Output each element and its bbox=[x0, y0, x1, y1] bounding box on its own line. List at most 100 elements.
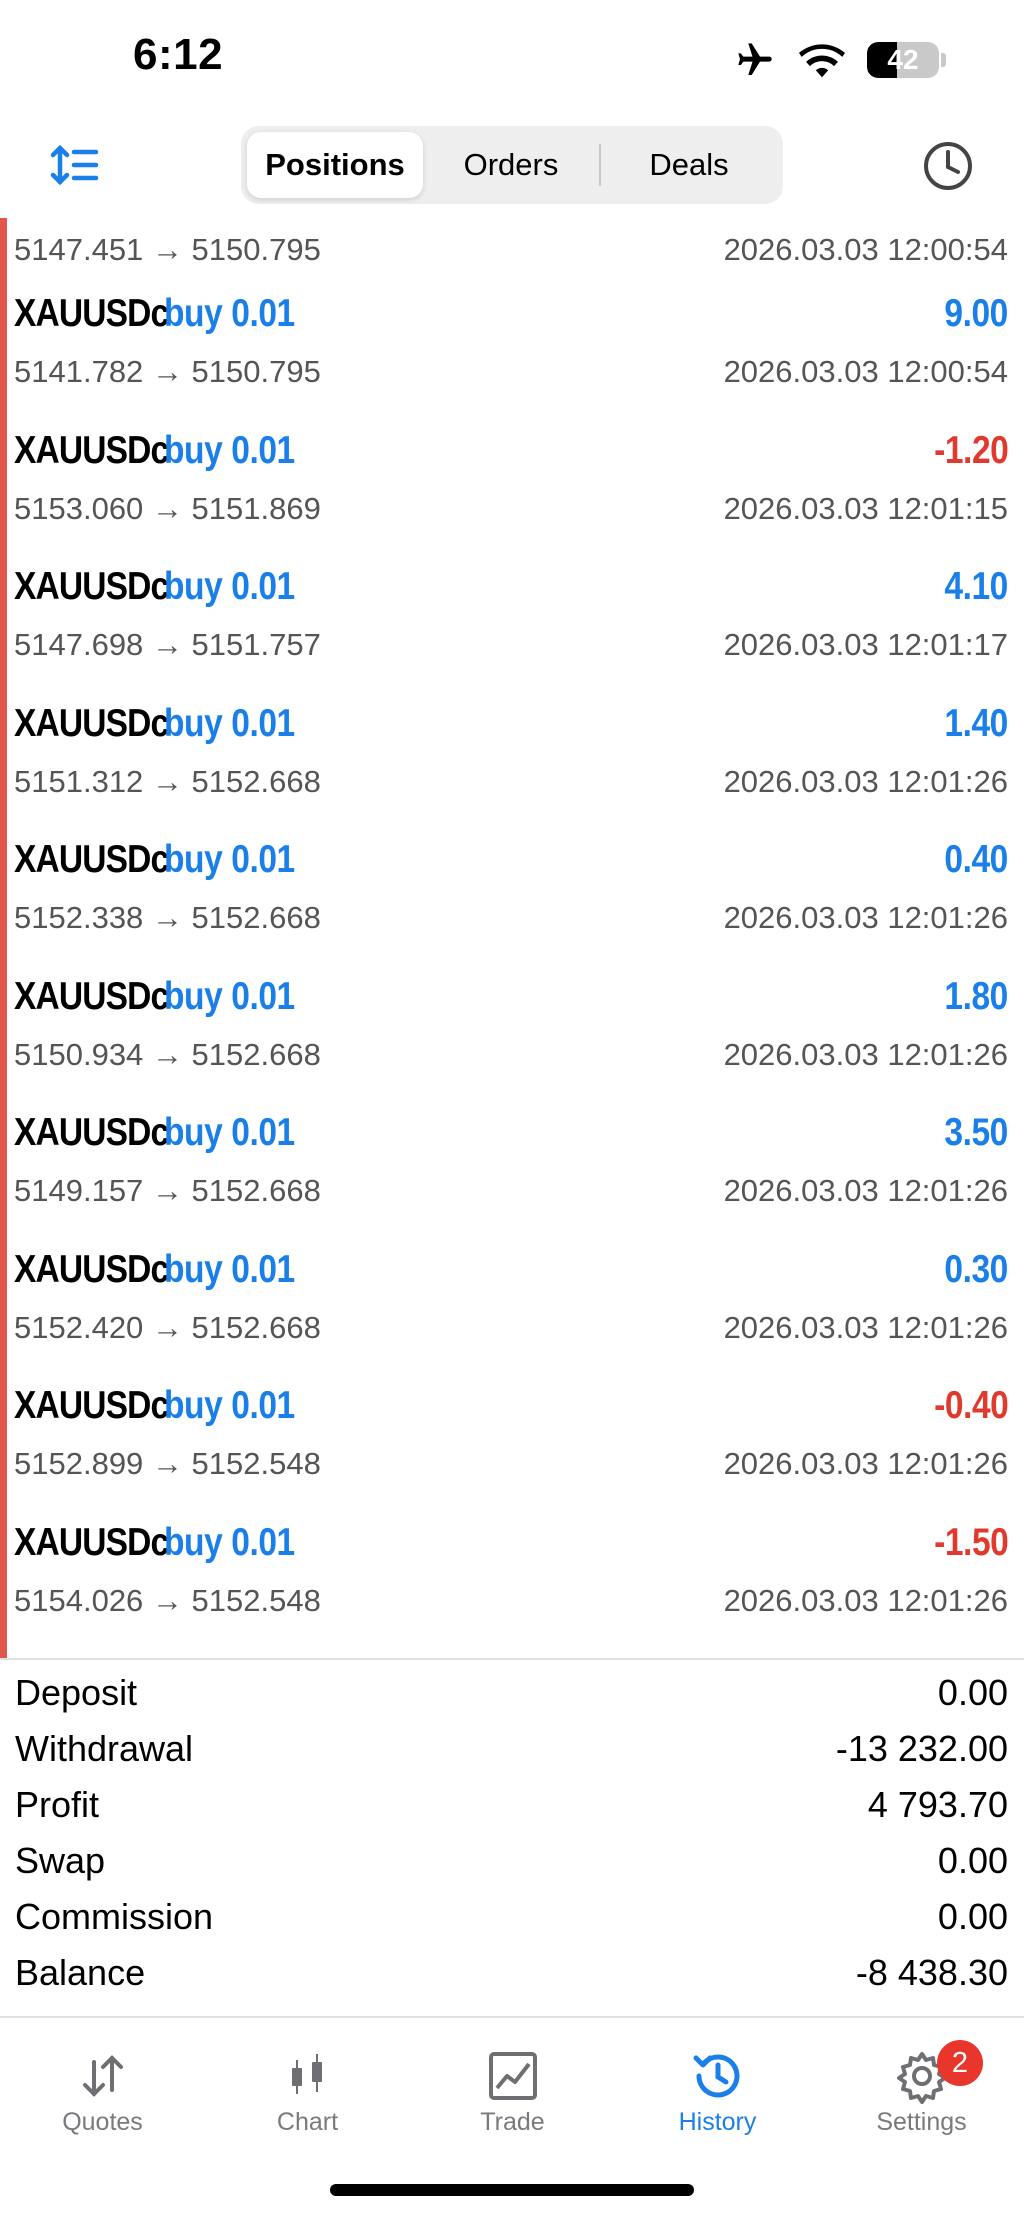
summary-row: Profit 4 793.70 bbox=[0, 1780, 1024, 1836]
row-profit: 3.50 bbox=[944, 1111, 1008, 1154]
row-symbol: XAUUSDc bbox=[14, 292, 169, 335]
row-symbol: XAUUSDc bbox=[14, 974, 169, 1018]
tab-orders[interactable]: Orders bbox=[423, 132, 599, 198]
airplane-icon bbox=[738, 43, 772, 75]
summary-panel: Deposit 0.00 Withdrawal -13 232.00 Profit 4 7… bbox=[0, 1658, 1024, 2018]
battery-indicator: 42 bbox=[867, 42, 946, 78]
row-type: buy 0.01 bbox=[164, 974, 295, 1018]
row-type: buy 0.01 bbox=[164, 1384, 295, 1427]
summary-label: Swap bbox=[15, 1840, 106, 1881]
list-item[interactable]: XAUUSDc buy 0.01 1.80 5150.934 → 5152.668 20… bbox=[0, 961, 1024, 1097]
wifi-icon bbox=[799, 44, 845, 78]
list-item[interactable]: XAUUSDc buy 0.01 -1.20 5153.060 → 5151.869 2… bbox=[0, 415, 1024, 551]
summary-label: Balance bbox=[15, 1952, 146, 1993]
row-symbol: XAUUSDc bbox=[14, 565, 169, 608]
summary-label: Commission bbox=[15, 1896, 214, 1937]
candlestick-chart-icon bbox=[291, 2054, 322, 2094]
summary-value: 0.00 bbox=[937, 1672, 1008, 1713]
summary-value: -13 232.00 bbox=[835, 1728, 1008, 1769]
list-item[interactable]: 5147.451 → 5150.795 2026.03.03 12:00:54 bbox=[0, 218, 1024, 278]
status-time: 6:12 bbox=[133, 30, 224, 79]
row-profit: -1.50 bbox=[933, 1520, 1009, 1564]
summary-value: 0.00 bbox=[937, 1896, 1008, 1937]
row-type: buy 0.01 bbox=[164, 701, 295, 745]
trade-chart-icon bbox=[488, 2052, 537, 2100]
row-prices: 5152.338 → 5152.668 bbox=[14, 900, 321, 935]
row-profit: 9.00 bbox=[944, 292, 1008, 335]
row-symbol: XAUUSDc bbox=[14, 1111, 169, 1154]
summary-row: Withdrawal -13 232.00 bbox=[0, 1724, 1024, 1780]
tab-trade[interactable]: Trade bbox=[410, 2030, 615, 2140]
status-bar: 6:12 42 bbox=[0, 0, 1024, 120]
row-prices: 5141.782 → 5150.795 bbox=[14, 354, 321, 389]
row-type: buy 0.01 bbox=[164, 292, 295, 335]
row-symbol: XAUUSDc bbox=[14, 1384, 169, 1427]
status-icons: 42 bbox=[733, 40, 946, 80]
row-time: 2026.03.03 12:00:54 bbox=[723, 354, 1008, 389]
tab-label: Trade bbox=[480, 2108, 545, 2136]
row-prices: 5151.312 → 5152.668 bbox=[14, 763, 321, 799]
row-type: buy 0.01 bbox=[164, 1247, 295, 1291]
tab-label: History bbox=[678, 2108, 757, 2136]
row-type: buy 0.01 bbox=[164, 565, 295, 608]
row-time: 2026.03.03 12:01:26 bbox=[723, 1173, 1008, 1208]
row-time: 2026.03.03 12:01:26 bbox=[723, 1036, 1008, 1072]
row-profit: 0.40 bbox=[944, 838, 1008, 881]
list-item[interactable]: XAUUSDc buy 0.01 3.50 5149.157 → 5152.668 20… bbox=[0, 1097, 1024, 1233]
tab-settings[interactable]: 2 Settings bbox=[819, 2030, 1024, 2140]
row-profit: -1.20 bbox=[933, 428, 1009, 472]
tab-quotes[interactable]: Quotes bbox=[0, 2030, 205, 2140]
summary-row: Balance -8 438.30 bbox=[0, 1948, 1024, 2004]
view-segmented-control: Positions Orders Deals bbox=[241, 126, 783, 204]
row-time: 2026.03.03 12:00:54 bbox=[723, 232, 1008, 267]
row-symbol: XAUUSDc bbox=[14, 1520, 169, 1564]
row-time: 2026.03.03 12:01:26 bbox=[723, 900, 1008, 935]
quotes-arrows-icon bbox=[82, 2055, 123, 2097]
summary-label: Profit bbox=[15, 1784, 100, 1825]
battery-percent: 42 bbox=[887, 44, 919, 75]
row-prices: 5153.060 → 5151.869 bbox=[14, 490, 321, 526]
summary-row: Commission 0.00 bbox=[0, 1892, 1024, 1948]
tab-label: Settings bbox=[876, 2108, 967, 2136]
tab-chart[interactable]: Chart bbox=[205, 2030, 410, 2140]
tab-deals[interactable]: Deals bbox=[601, 132, 777, 198]
row-time: 2026.03.03 12:01:26 bbox=[723, 1446, 1008, 1481]
row-prices: 5147.698 → 5151.757 bbox=[14, 627, 321, 662]
tab-history[interactable]: History bbox=[615, 2030, 820, 2140]
row-profit: 4.10 bbox=[944, 565, 1008, 608]
history-clock-icon bbox=[693, 2054, 739, 2098]
summary-value: 4 793.70 bbox=[867, 1784, 1008, 1825]
row-time: 2026.03.03 12:01:15 bbox=[723, 490, 1008, 526]
period-clock-icon[interactable] bbox=[922, 140, 974, 192]
tab-positions[interactable]: Positions bbox=[247, 132, 423, 198]
row-type: buy 0.01 bbox=[164, 1111, 295, 1154]
row-type: buy 0.01 bbox=[164, 1520, 295, 1564]
list-item[interactable]: XAUUSDc buy 0.01 -0.40 5152.899 → 5152.548 2… bbox=[0, 1370, 1024, 1506]
summary-label: Deposit bbox=[15, 1672, 138, 1713]
list-item[interactable]: XAUUSDc buy 0.01 -1.50 5154.026 → 5152.548 2… bbox=[0, 1507, 1024, 1643]
list-item[interactable]: XAUUSDc buy 0.01 0.40 5152.338 → 5152.668 20… bbox=[0, 824, 1024, 960]
tab-label: Quotes bbox=[62, 2108, 143, 2136]
home-indicator bbox=[330, 2184, 694, 2196]
row-prices: 5149.157 → 5152.668 bbox=[14, 1173, 321, 1208]
row-profit: 1.80 bbox=[944, 974, 1008, 1018]
row-time: 2026.03.03 12:01:17 bbox=[723, 627, 1008, 662]
summary-label: Withdrawal bbox=[15, 1728, 194, 1769]
row-time: 2026.03.03 12:01:26 bbox=[723, 1582, 1008, 1618]
row-prices: 5152.899 → 5152.548 bbox=[14, 1446, 321, 1481]
row-prices: 5150.934 → 5152.668 bbox=[14, 1036, 321, 1072]
positions-list[interactable]: 5147.451 → 5150.795 2026.03.03 12:00:54 … bbox=[0, 218, 1024, 1658]
row-symbol: XAUUSDc bbox=[14, 838, 169, 881]
list-item[interactable]: XAUUSDc buy 0.01 1.40 5151.312 → 5152.668 20… bbox=[0, 688, 1024, 824]
summary-value: -8 438.30 bbox=[855, 1952, 1008, 1993]
list-item[interactable]: XAUUSDc buy 0.01 0.30 5152.420 → 5152.668 20… bbox=[0, 1234, 1024, 1370]
row-type: buy 0.01 bbox=[164, 838, 295, 881]
row-profit: 1.40 bbox=[944, 701, 1008, 745]
list-item[interactable]: XAUUSDc buy 0.01 9.00 5141.782 → 5150.795 20… bbox=[0, 278, 1024, 414]
row-prices: 5147.451 → 5150.795 bbox=[14, 232, 321, 267]
summary-row: Swap 0.00 bbox=[0, 1836, 1024, 1892]
row-prices: 5152.420 → 5152.668 bbox=[14, 1309, 321, 1345]
sort-icon[interactable] bbox=[50, 140, 100, 190]
list-item[interactable]: XAUUSDc buy 0.01 4.10 5147.698 → 5151.757 20… bbox=[0, 551, 1024, 687]
row-symbol: XAUUSDc bbox=[14, 1247, 169, 1291]
